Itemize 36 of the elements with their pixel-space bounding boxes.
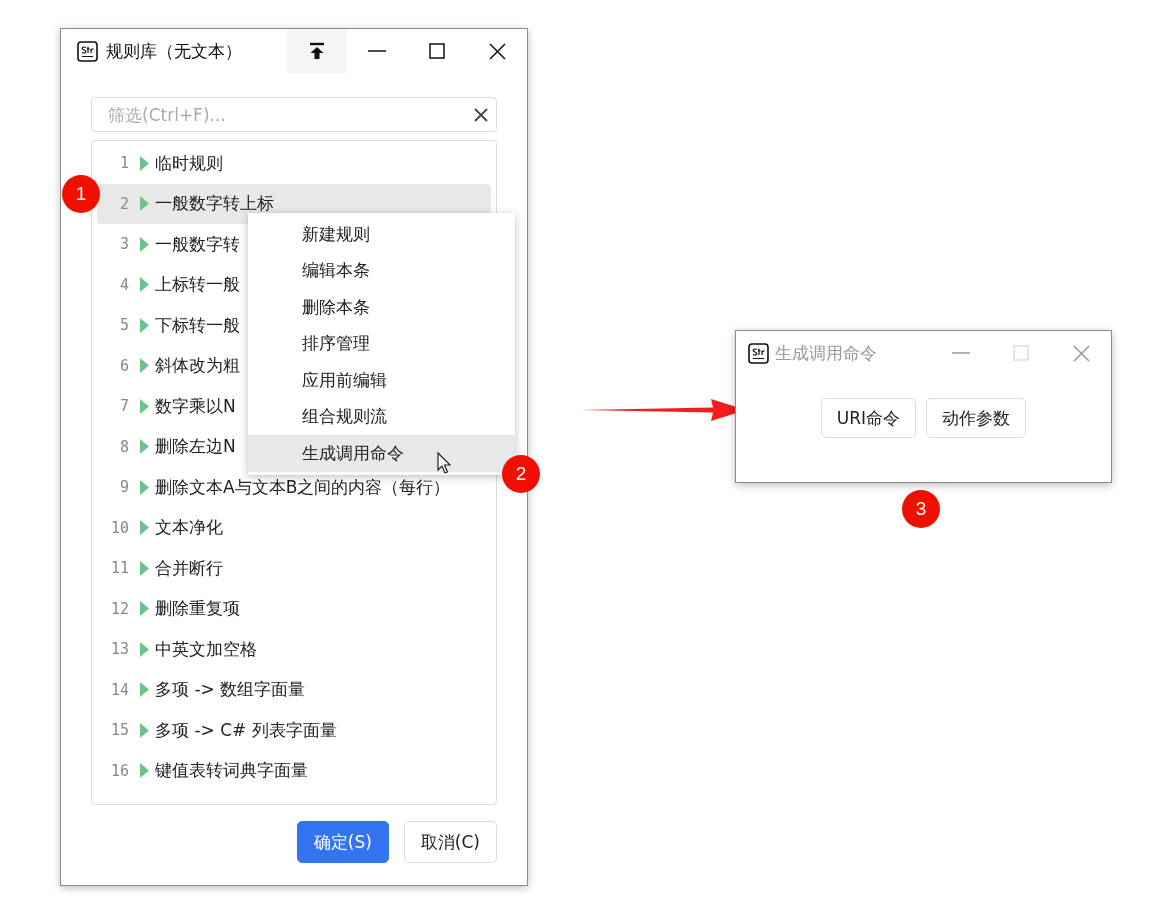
- line-number: 11: [109, 559, 129, 578]
- rule-name: 一般数字转上标: [155, 192, 274, 216]
- rule-name: 下标转一般: [155, 313, 240, 337]
- line-number: 1: [118, 154, 129, 173]
- line-number: 2: [118, 194, 129, 213]
- step-number-badge: 3: [902, 490, 940, 528]
- line-number: 6: [118, 356, 129, 375]
- rule-name: 删除左边N: [155, 435, 236, 459]
- line-number: 15: [109, 721, 129, 740]
- line-number: 14: [109, 680, 129, 699]
- rule-name: 删除文本A与文本B之间的内容（每行）: [155, 475, 451, 499]
- rule-name: 数字乘以N: [155, 394, 236, 418]
- line-number: 4: [118, 275, 129, 294]
- line-number: 5: [118, 316, 129, 335]
- rule-name: 斜体改为粗: [155, 354, 240, 378]
- line-number: 7: [118, 397, 129, 416]
- rule-name: 合并断行: [155, 556, 223, 580]
- rule-name: 临时规则: [155, 151, 223, 175]
- step-number-badge: 2: [502, 455, 540, 493]
- line-number: 12: [109, 599, 129, 618]
- rule-name: 删除重复项: [155, 597, 240, 621]
- rule-name: 文本净化: [155, 516, 223, 540]
- window-title: 规则库（无文本）: [106, 39, 243, 63]
- line-number: 16: [109, 761, 129, 780]
- rule-name: 多项 -> C# 列表字面量: [155, 718, 337, 742]
- line-number: 9: [118, 478, 129, 497]
- window-title: 生成调用命令: [775, 341, 878, 365]
- rule-name: 中英文加空格: [155, 637, 257, 661]
- line-number: 8: [118, 437, 129, 456]
- rule-name: 上标转一般: [155, 273, 240, 297]
- line-number: 10: [109, 518, 129, 537]
- line-number: 3: [118, 235, 129, 254]
- rule-name: 键值表转词典字面量: [155, 759, 308, 783]
- rule-name: 一般数字转: [155, 232, 240, 256]
- rule-name: 多项 -> 数组字面量: [155, 678, 306, 702]
- line-number: 13: [109, 640, 129, 659]
